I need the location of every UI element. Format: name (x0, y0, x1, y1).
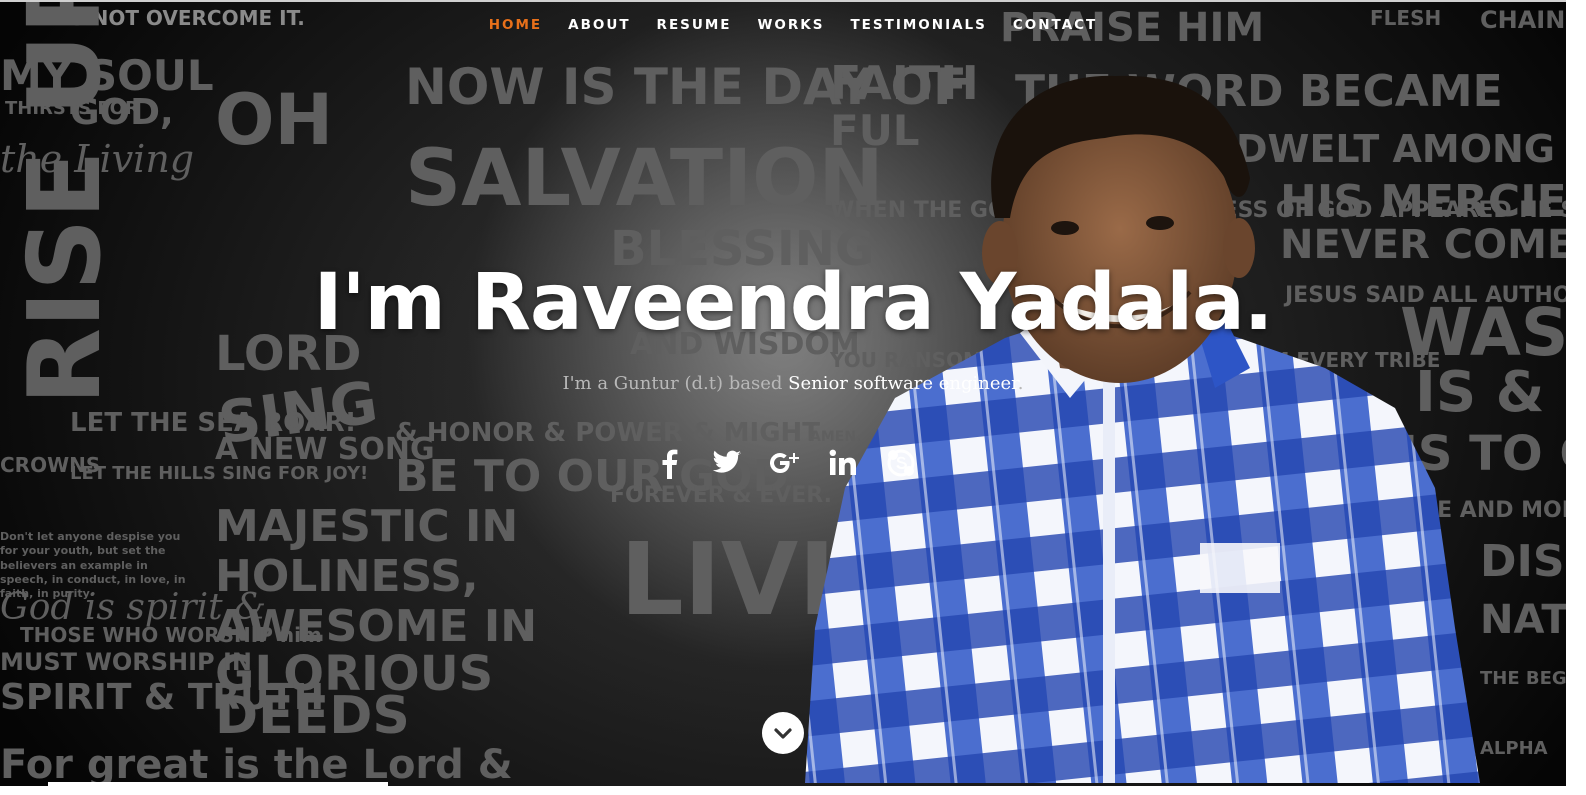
twitter-icon[interactable] (708, 444, 746, 482)
background-word: THOSE WHO WORSHIP him (20, 623, 322, 647)
subline-role: Senior software engineer (788, 373, 1018, 394)
background-word: SPIRIT & TRUTH (0, 677, 325, 718)
background-word: For great is the Lord & (0, 742, 513, 788)
background-word: ALPHA (1480, 738, 1548, 759)
nav-about[interactable]: ABOUT (568, 17, 630, 33)
background-word: CROWNS (0, 453, 101, 477)
google-plus-icon[interactable] (766, 444, 804, 482)
chevron-down-icon (774, 728, 792, 739)
hero-section: HAS NOT OVERCOME IT. MY SOUL THIRSTS FOR GO… (0, 0, 1586, 795)
subline-prefix: I'm a Guntur (d.t) based (562, 373, 783, 394)
background-word: MAJESTIC IN (215, 501, 519, 552)
background-word: LET THE HILLS SING FOR JOY! (70, 463, 369, 484)
facebook-icon[interactable] (650, 444, 688, 482)
skype-icon[interactable] (882, 444, 920, 482)
top-border (0, 0, 1586, 2)
social-links (650, 443, 920, 483)
scroll-down-button[interactable] (762, 712, 804, 754)
linkedin-icon[interactable] (824, 444, 862, 482)
horizontal-scrollbar[interactable] (48, 782, 388, 787)
portrait-photo (805, 75, 1480, 783)
nav-home[interactable]: HOME (489, 17, 542, 33)
background-word: FOREVER & EVER. (610, 483, 832, 508)
nav-resume[interactable]: RESUME (657, 17, 732, 33)
bottom-border (0, 786, 1586, 795)
nav-testimonials[interactable]: TESTIMONIALS (850, 17, 986, 33)
subline-suffix: . (1017, 373, 1024, 394)
nav-works[interactable]: WORKS (758, 17, 825, 33)
background-word: Don't let anyone despise you for your yo… (0, 530, 186, 601)
background-word: LET THE SEA ROAR! (70, 408, 357, 438)
background-word: A NEW SONG (215, 432, 435, 467)
main-nav: HOME ABOUT RESUME WORKS TESTIMONIALS CON… (0, 0, 1586, 50)
background-word: MUST WORSHIP IN (0, 648, 252, 676)
hero-headline: I'm Raveendra Yadala. (313, 258, 1274, 348)
background-word: OH (215, 79, 334, 161)
nav-contact[interactable]: CONTACT (1013, 17, 1097, 33)
hero-subline: I'm a Guntur (d.t) based Senior software… (0, 373, 1586, 394)
right-border (1566, 0, 1586, 795)
